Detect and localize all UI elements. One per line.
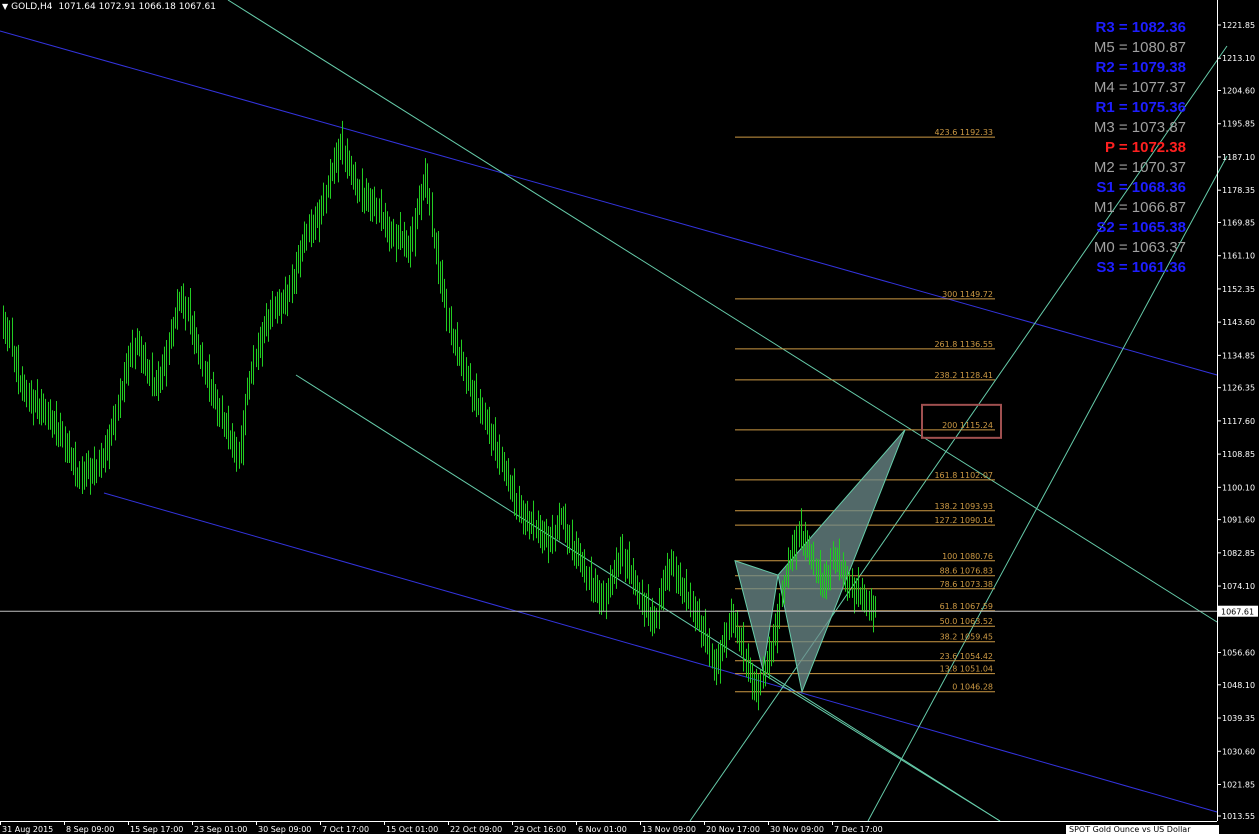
fib-level-label: 127.2 1090.14 bbox=[934, 516, 993, 525]
pivot-level-r1: R1 = 1075.36 bbox=[1095, 99, 1187, 116]
fib-level-label: 423.6 1192.33 bbox=[934, 128, 993, 137]
fib-level-label: 88.6 1076.83 bbox=[940, 567, 993, 576]
price-tick-label: 1187.10 bbox=[1222, 153, 1255, 162]
pivot-level-s1: S1 = 1068.36 bbox=[1096, 179, 1186, 196]
price-tick-label: 1134.85 bbox=[1222, 351, 1255, 360]
fib-level-label: 38.2 1059.45 bbox=[940, 633, 993, 642]
pivot-level-m2: M2 = 1070.37 bbox=[1093, 159, 1186, 176]
time-tick-label: 30 Nov 09:00 bbox=[770, 825, 824, 834]
fibonacci-layer: 0 1046.28 13.8 1051.04 23.6 1054.42 38.2 10… bbox=[735, 128, 1002, 693]
pivot-levels-panel: R3 = 1082.36 M5 = 1080.87 R2 = 1079.38 M4 =… bbox=[1040, 18, 1186, 278]
pivot-level-m5: M5 = 1080.87 bbox=[1093, 39, 1186, 56]
price-tick-label: 1030.60 bbox=[1222, 747, 1255, 756]
symbol-label: GOLD,H4 bbox=[11, 2, 53, 12]
time-tick-label: 15 Oct 01:00 bbox=[386, 825, 438, 834]
price-tick-label: 1161.10 bbox=[1222, 252, 1255, 261]
pivot-level-r2: R2 = 1079.38 bbox=[1095, 59, 1187, 76]
ohlc-readout: 1071.64 1072.91 1066.18 1067.61 bbox=[58, 2, 216, 12]
fib-level-label: 0 1046.28 bbox=[952, 683, 993, 692]
price-tick-label: 1108.85 bbox=[1222, 450, 1255, 459]
price-tick-label: 1074.10 bbox=[1222, 582, 1255, 591]
time-tick-label: 23 Sep 01:00 bbox=[194, 825, 247, 834]
price-tick-label: 1039.35 bbox=[1222, 714, 1255, 723]
blue-channel-line-2 bbox=[103, 492, 1218, 813]
price-tick-label: 1013.55 bbox=[1222, 812, 1255, 821]
current-price-label: 1067.61 bbox=[1221, 608, 1254, 617]
time-tick-label: 20 Nov 17:00 bbox=[706, 825, 760, 834]
fib-level-label: 300 1149.72 bbox=[942, 290, 993, 299]
price-axis: 1221.85 1213.10 1204.60 1195.85 1187.10 1178.… bbox=[1217, 0, 1255, 821]
pivot-level-m3: M3 = 1073.87 bbox=[1093, 119, 1186, 136]
price-tick-label: 1143.60 bbox=[1222, 318, 1255, 327]
pivot-level-p: P = 1072.38 bbox=[1104, 139, 1186, 156]
fib-level-label: 238.2 1128.41 bbox=[934, 371, 993, 380]
time-tick-label: 8 Sep 09:00 bbox=[66, 825, 114, 834]
price-tick-label: 1117.60 bbox=[1222, 417, 1255, 426]
fib-level-label: 50.0 1063.52 bbox=[940, 617, 993, 626]
price-tick-label: 1152.35 bbox=[1222, 285, 1255, 294]
price-tick-label: 1048.10 bbox=[1222, 681, 1255, 690]
time-tick-label: 15 Sep 17:00 bbox=[130, 825, 183, 834]
time-tick-label: 31 Aug 2015 bbox=[2, 825, 53, 834]
price-tick-label: 1056.60 bbox=[1222, 649, 1255, 658]
price-tick-label: 1126.35 bbox=[1222, 384, 1255, 393]
instrument-description: SPOT Gold Ounce vs US Dollar bbox=[1066, 825, 1219, 834]
price-tick-label: 1204.60 bbox=[1222, 87, 1255, 96]
pivot-level-s3: S3 = 1061.36 bbox=[1096, 259, 1186, 276]
dropdown-triangle-icon[interactable]: ▼ bbox=[2, 0, 8, 14]
fib-level-label: 61.8 1067.59 bbox=[940, 602, 993, 611]
pivot-level-m1: M1 = 1066.87 bbox=[1093, 199, 1186, 216]
candles-layer bbox=[3, 120, 876, 711]
chart-window: 0 1046.28 13.8 1051.04 23.6 1054.42 38.2 10… bbox=[0, 0, 1259, 834]
time-tick-label: 22 Oct 09:00 bbox=[450, 825, 502, 834]
price-tick-label: 1082.85 bbox=[1222, 549, 1255, 558]
fib-level-label: 138.2 1093.93 bbox=[934, 502, 993, 511]
price-tick-label: 1178.35 bbox=[1222, 186, 1255, 195]
pivot-level-s2: S2 = 1065.38 bbox=[1096, 219, 1186, 236]
fib-level-label: 23.6 1054.42 bbox=[940, 652, 993, 661]
price-tick-label: 1021.85 bbox=[1222, 780, 1255, 789]
price-tick-label: 1213.10 bbox=[1222, 54, 1255, 63]
time-tick-label: 13 Nov 09:00 bbox=[642, 825, 696, 834]
price-tick-label: 1221.85 bbox=[1222, 21, 1255, 30]
time-tick-label: 29 Oct 16:00 bbox=[514, 825, 566, 834]
pivot-level-m4: M4 = 1077.37 bbox=[1093, 79, 1186, 96]
time-tick-label: 7 Oct 17:00 bbox=[322, 825, 369, 834]
price-tick-label: 1100.10 bbox=[1222, 483, 1255, 492]
time-axis: 31 Aug 2015 8 Sep 09:00 15 Sep 17:00 23 Sep… bbox=[0, 821, 1217, 834]
pivot-level-r3: R3 = 1082.36 bbox=[1095, 19, 1187, 36]
price-tick-label: 1169.85 bbox=[1222, 218, 1255, 227]
chart-header: ▼ GOLD,H4 1071.64 1072.91 1066.18 1067.61 bbox=[2, 0, 216, 14]
time-tick-label: 7 Dec 17:00 bbox=[834, 825, 883, 834]
current-price-layer: 1067.61 bbox=[0, 605, 1258, 617]
fib-level-label: 161.8 1102.07 bbox=[934, 471, 993, 480]
fib-level-label: 200 1115.24 bbox=[942, 421, 993, 430]
price-tick-label: 1091.60 bbox=[1222, 516, 1255, 525]
fib-level-label: 78.6 1073.38 bbox=[940, 580, 993, 589]
fib-level-label: 100 1080.76 bbox=[942, 552, 993, 561]
price-tick-label: 1195.85 bbox=[1222, 120, 1255, 129]
pivot-level-m0: M0 = 1063.37 bbox=[1093, 239, 1186, 256]
fib-level-label: 261.8 1136.55 bbox=[934, 340, 993, 349]
fib-level-label: 13.8 1051.04 bbox=[940, 665, 993, 674]
time-tick-label: 30 Sep 09:00 bbox=[258, 825, 311, 834]
time-tick-label: 6 Nov 01:00 bbox=[578, 825, 627, 834]
